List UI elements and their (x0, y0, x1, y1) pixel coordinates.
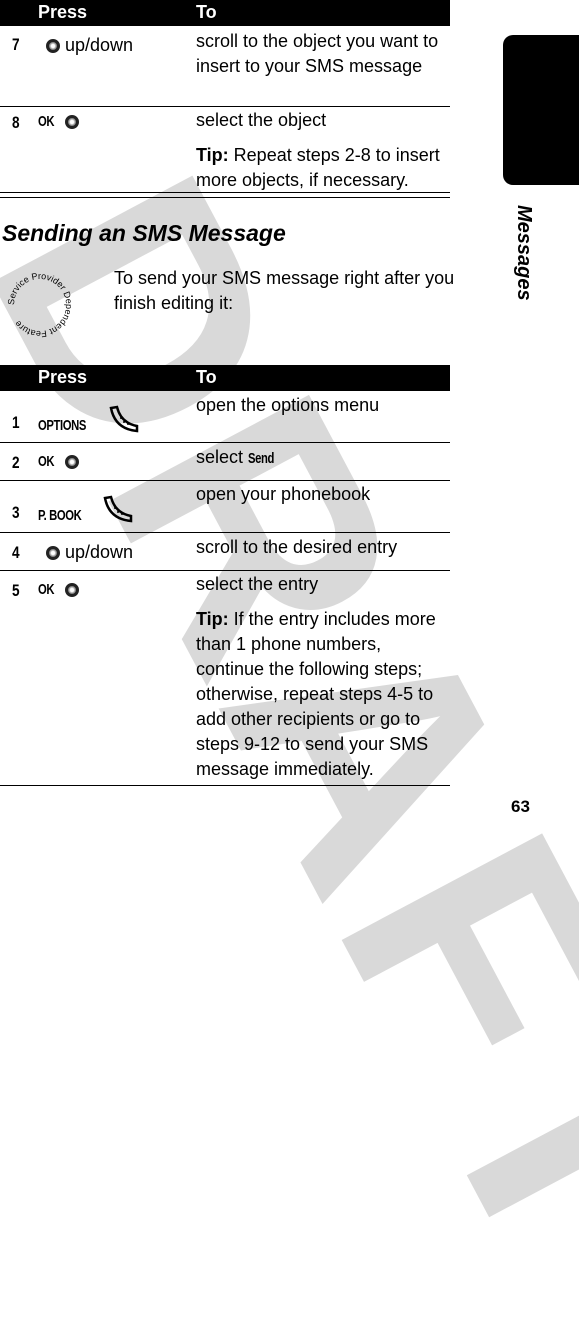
table-row: 2 OK select Send (0, 443, 450, 481)
phonebook-key-label: P. BOOK (38, 506, 82, 524)
step-description: select (196, 447, 249, 467)
options-key-label: OPTIONS (38, 416, 87, 434)
step-number: 1 (12, 413, 20, 432)
ok-key-label: OK (38, 113, 55, 130)
service-provider-stamp: Service Provider Dependent Feature (6, 271, 74, 339)
header-to: To (196, 2, 217, 22)
step-number: 7 (12, 35, 20, 54)
step-number: 8 (12, 113, 20, 132)
tip-label: Tip: (196, 145, 229, 165)
step-description: select the entry (196, 574, 319, 594)
table-row: 7 up/down scroll to the object you want … (0, 26, 450, 107)
table-end-divider (0, 192, 450, 198)
soft-key-icon (109, 405, 139, 433)
steps-table-2: Press To 1 OPTIONS open the options menu … (0, 365, 450, 786)
header-press: Press (38, 367, 88, 387)
step-description: open your phonebook (196, 484, 371, 504)
send-key-label: Send (248, 450, 275, 467)
section-title: Sending an SMS Message (2, 220, 286, 246)
ok-key-label: OK (38, 581, 55, 598)
nav-key-icon (46, 545, 60, 560)
step-description: scroll to the desired entry (196, 537, 398, 557)
soft-key-icon (103, 495, 133, 523)
table-row: 1 OPTIONS open the options menu (0, 391, 450, 443)
table-header: Press To (0, 365, 450, 391)
page-number: 63 (511, 797, 530, 816)
side-tab (503, 35, 579, 185)
svg-text:Service Provider Dependent Fea: Service Provider Dependent Feature (6, 271, 74, 339)
nav-key-icon (64, 114, 79, 129)
tip-text: Repeat steps 2-8 to insert more objects,… (196, 145, 440, 190)
section-intro: To send your SMS message right after you… (114, 268, 455, 313)
step-number: 4 (12, 543, 20, 562)
nav-key-icon (64, 582, 79, 597)
tip-label: Tip: (196, 609, 229, 629)
press-text: up/down (65, 35, 134, 55)
table-row: 3 P. BOOK open your phonebook (0, 481, 450, 533)
steps-table-1: Press To 7 up/down scroll to the object y… (0, 0, 450, 192)
step-description: scroll to the object you want to insert … (196, 31, 439, 76)
table-row: 5 OK select the entry Tip: If the entry i… (0, 571, 450, 786)
table-row: 8 OK select the object Tip: Repeat steps … (0, 107, 450, 192)
tip-text: If the entry includes more than 1 phone … (196, 609, 436, 779)
header-press: Press (38, 2, 88, 22)
step-number: 2 (12, 453, 20, 472)
step-description: select the object (196, 110, 327, 130)
side-tab-label: Messages (513, 205, 535, 301)
step-number: 3 (12, 503, 20, 522)
step-description: open the options menu (196, 395, 380, 415)
press-text: up/down (65, 542, 134, 562)
table-row: 4 up/down scroll to the desired entry (0, 533, 450, 571)
nav-key-icon (46, 38, 60, 53)
header-to: To (196, 367, 217, 387)
table-header: Press To (0, 0, 450, 26)
ok-key-label: OK (38, 453, 55, 470)
step-number: 5 (12, 581, 20, 600)
nav-key-icon (64, 454, 79, 469)
